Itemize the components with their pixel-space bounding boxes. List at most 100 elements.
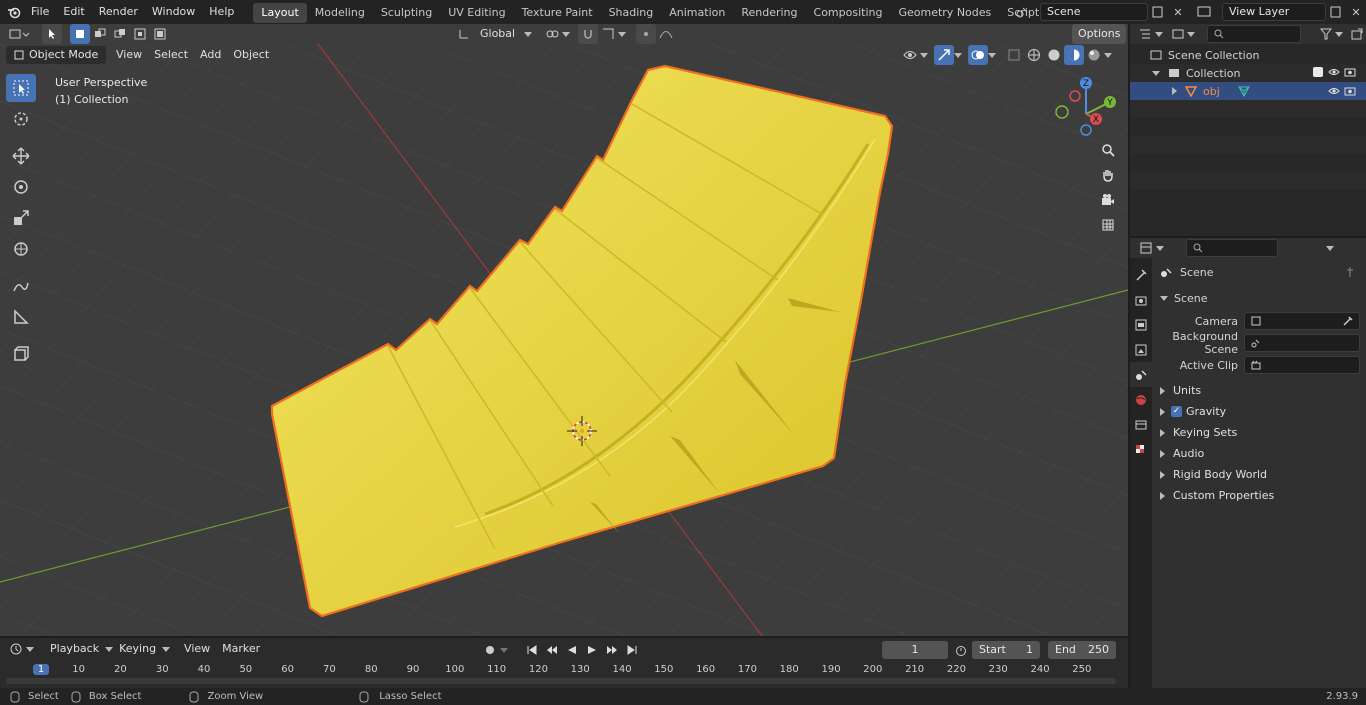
select-mode-extend-icon[interactable]	[90, 24, 110, 44]
menu-select[interactable]: Select	[148, 45, 194, 65]
close-scene-icon[interactable]: ✕	[1168, 2, 1188, 22]
timeline-ruler[interactable]: 1 10 20 30 40 50 60 70 80 90 100 110 120 130 140 150 160…	[0, 662, 1128, 688]
pan-hand-icon[interactable]	[1098, 165, 1118, 185]
collection-checkbox[interactable]	[1313, 67, 1323, 77]
timeline-editor-icon[interactable]	[6, 639, 26, 659]
new-scene-icon[interactable]	[1148, 2, 1168, 22]
scene-icon[interactable]	[1012, 2, 1032, 22]
expand-arrow-icon[interactable]	[1172, 87, 1177, 95]
menu-add[interactable]: Add	[194, 45, 227, 65]
next-keyframe-icon[interactable]	[602, 640, 622, 660]
audio-panel[interactable]: Audio	[1152, 443, 1366, 464]
end-frame-field[interactable]: End 250	[1048, 641, 1116, 659]
scene-section-header[interactable]: Scene	[1152, 286, 1366, 310]
tool-tab-icon[interactable]	[1130, 262, 1152, 287]
menu-help[interactable]: Help	[202, 0, 241, 24]
tab-geometry-nodes[interactable]: Geometry Nodes	[890, 3, 999, 23]
select-mode-new-icon[interactable]	[70, 24, 90, 44]
keying-menu[interactable]: Keying	[113, 639, 162, 659]
select-mode-subtract-icon[interactable]	[110, 24, 130, 44]
add-cube-tool-icon[interactable]	[6, 340, 36, 368]
units-panel[interactable]: Units	[1152, 380, 1366, 401]
record-icon[interactable]	[480, 640, 500, 660]
rotate-tool-icon[interactable]	[6, 173, 36, 201]
outliner-row-scene-collection[interactable]: Scene Collection	[1130, 46, 1366, 64]
select-box-tool-icon[interactable]	[6, 74, 36, 102]
jump-end-icon[interactable]	[622, 640, 642, 660]
solid-shading-icon[interactable]	[1044, 45, 1064, 65]
tab-rendering[interactable]: Rendering	[733, 3, 805, 23]
transform-tool-icon[interactable]	[6, 235, 36, 263]
marker-menu[interactable]: Marker	[216, 639, 266, 659]
outliner-search-input[interactable]	[1207, 25, 1301, 43]
camera-view-icon[interactable]	[1098, 190, 1118, 210]
outliner-editor-icon[interactable]	[1136, 24, 1155, 44]
gravity-checkbox[interactable]: ✓	[1171, 406, 1182, 417]
snap-target-icon[interactable]	[598, 24, 618, 44]
measure-tool-icon[interactable]	[6, 303, 36, 331]
filter-icon[interactable]	[1317, 24, 1336, 44]
pivot-icon[interactable]	[542, 24, 562, 44]
tab-texture-paint[interactable]: Texture Paint	[514, 3, 601, 23]
camera-field[interactable]	[1244, 312, 1360, 330]
ortho-grid-icon[interactable]	[1098, 215, 1118, 235]
move-tool-icon[interactable]	[6, 142, 36, 170]
tab-uv-editing[interactable]: UV Editing	[440, 3, 513, 23]
timeline-view-menu[interactable]: View	[178, 639, 216, 659]
outliner-row-obj[interactable]: obj	[1130, 82, 1366, 100]
snap-toggle-icon[interactable]	[578, 24, 598, 44]
current-frame-field[interactable]: 1	[882, 641, 948, 659]
options-button[interactable]: Options	[1072, 24, 1127, 44]
tab-modeling[interactable]: Modeling	[307, 3, 373, 23]
stopwatch-icon[interactable]	[951, 640, 971, 660]
wireframe-shading-icon[interactable]	[1024, 45, 1044, 65]
custom-properties-panel[interactable]: Custom Properties	[1152, 485, 1366, 506]
editor-type-icon[interactable]	[4, 24, 36, 44]
menu-edit[interactable]: Edit	[56, 0, 91, 24]
texture-tab-icon[interactable]	[1130, 437, 1152, 462]
properties-editor-icon[interactable]	[1136, 238, 1156, 258]
scene-name-field[interactable]: Scene	[1040, 3, 1148, 21]
zoom-icon[interactable]	[1098, 140, 1118, 160]
jump-start-icon[interactable]	[522, 640, 542, 660]
scale-tool-icon[interactable]	[6, 204, 36, 232]
menu-object[interactable]: Object	[227, 45, 275, 65]
cursor-tool-icon[interactable]	[6, 105, 36, 133]
blender-logo-icon[interactable]	[4, 2, 24, 22]
3d-viewport[interactable]: User Perspective (1) Collection Z Y X	[0, 44, 1128, 636]
material-shading-icon[interactable]	[1064, 45, 1084, 65]
menu-window[interactable]: Window	[145, 0, 202, 24]
render-tab-icon[interactable]	[1130, 287, 1152, 312]
overlays-toggle-icon[interactable]	[968, 45, 988, 65]
timeline-scrollbar[interactable]	[6, 678, 1116, 684]
select-mode-intersect-icon[interactable]	[150, 24, 170, 44]
xray-toggle-icon[interactable]	[1004, 45, 1024, 65]
new-collection-icon[interactable]	[1347, 24, 1366, 44]
world-tab-icon[interactable]	[1130, 387, 1152, 412]
proportional-edit-icon[interactable]	[636, 24, 656, 44]
collection-tab-icon[interactable]	[1130, 412, 1152, 437]
outliner-row-collection[interactable]: Collection	[1130, 64, 1366, 82]
play-icon[interactable]	[582, 640, 602, 660]
prev-keyframe-icon[interactable]	[542, 640, 562, 660]
orientation-dropdown[interactable]: Global	[474, 24, 524, 44]
view-layer-icon[interactable]	[1194, 2, 1214, 22]
view-layer-tab-icon[interactable]	[1130, 337, 1152, 362]
falloff-icon[interactable]	[656, 24, 676, 44]
close-view-layer-icon[interactable]: ✕	[1346, 2, 1366, 22]
tab-animation[interactable]: Animation	[661, 3, 733, 23]
menu-render[interactable]: Render	[92, 0, 145, 24]
select-mode-invert-icon[interactable]	[130, 24, 150, 44]
background-scene-field[interactable]	[1244, 334, 1360, 352]
annotate-tool-icon[interactable]	[6, 272, 36, 300]
tab-compositing[interactable]: Compositing	[806, 3, 891, 23]
output-tab-icon[interactable]	[1130, 312, 1152, 337]
select-tool-icon[interactable]	[42, 24, 62, 44]
play-reverse-icon[interactable]	[562, 640, 582, 660]
tab-shading[interactable]: Shading	[601, 3, 662, 23]
properties-options-icon[interactable]	[1320, 238, 1340, 258]
collapse-arrow-icon[interactable]	[1152, 70, 1160, 76]
rendered-shading-icon[interactable]	[1084, 45, 1104, 65]
tab-layout[interactable]: Layout	[253, 3, 307, 23]
playback-menu[interactable]: Playback	[44, 639, 105, 659]
